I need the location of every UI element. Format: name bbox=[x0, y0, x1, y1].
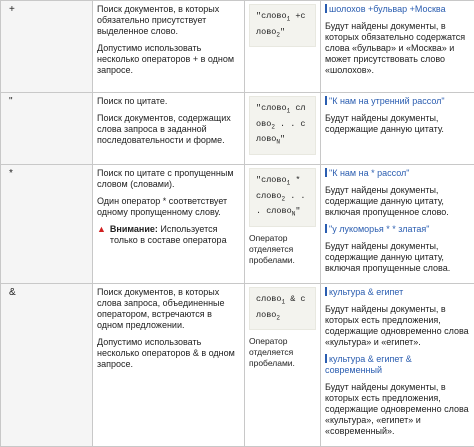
warning-label: Внимание: bbox=[110, 224, 158, 234]
link-marker-icon bbox=[325, 4, 327, 13]
code-line: "слово1 +с bbox=[256, 11, 306, 21]
table-row: " Поиск по цитате. Поиск документов, сод… bbox=[1, 93, 474, 165]
syntax-code-block: слово1 & с лово2 bbox=[249, 287, 316, 330]
example-query-link[interactable]: "у лукоморья * * златая" bbox=[329, 224, 429, 234]
description-text: Один оператор * соответствует одному про… bbox=[97, 196, 240, 218]
code-line: лово2" bbox=[256, 27, 285, 37]
usage-example: "К нам на утренний рассол" Будут найдены… bbox=[321, 93, 474, 165]
operator-symbol: + bbox=[1, 1, 93, 93]
description-text: Поиск документов, в которых слова запрос… bbox=[97, 287, 240, 331]
code-line: "слово1 * bbox=[256, 175, 300, 185]
syntax-example: "слово1 сл ово2 . . с ловоN" bbox=[245, 93, 321, 165]
table-row: + Поиск документов, в которых обязательн… bbox=[1, 1, 474, 93]
syntax-code-block: "слово1 +с лово2" bbox=[249, 4, 316, 47]
operator-symbol: * bbox=[1, 165, 93, 284]
syntax-code-block: "слово1 * слово2 . . . словоN" bbox=[249, 168, 316, 227]
code-line: ловоN" bbox=[256, 134, 285, 144]
syntax-example: "слово1 * слово2 . . . словоN" Оператор от… bbox=[245, 165, 321, 284]
operator-symbol: & bbox=[1, 284, 93, 447]
operator-note: Оператор отделяется пробелами. bbox=[249, 336, 316, 369]
link-marker-icon bbox=[325, 168, 327, 177]
warning-note: ▲ Внимание: Используется только в состав… bbox=[97, 224, 240, 246]
example-query-link[interactable]: культура & египет & современный bbox=[325, 354, 412, 375]
operators-table: + Поиск документов, в которых обязательн… bbox=[0, 0, 474, 447]
link-marker-icon bbox=[325, 287, 327, 296]
link-marker-icon bbox=[325, 96, 327, 105]
description-text: Поиск документов, содержащих слова запро… bbox=[97, 113, 240, 146]
usage-example: культура & египет Будут найдены документ… bbox=[321, 284, 474, 447]
description-text: Допустимо использовать несколько операто… bbox=[97, 337, 240, 370]
syntax-code-block: "слово1 сл ово2 . . с ловоN" bbox=[249, 96, 316, 155]
description-text: Допустимо использовать несколько операто… bbox=[97, 43, 240, 76]
operator-description: Поиск по цитате с пропущенным словом (сл… bbox=[93, 165, 245, 284]
operator-note: Оператор отделяется пробелами. bbox=[249, 233, 316, 266]
table-row: & Поиск документов, в которых слова запр… bbox=[1, 284, 474, 447]
result-text: Будут найдены документы, в которых есть … bbox=[325, 304, 470, 348]
table-row: * Поиск по цитате с пропущенным словом (… bbox=[1, 165, 474, 284]
code-line: слово1 & с bbox=[256, 294, 306, 304]
usage-example: шолохов +бульвар +Москва Будут найдены д… bbox=[321, 1, 474, 93]
code-line: ово2 . . с bbox=[256, 119, 306, 129]
syntax-example: слово1 & с лово2 Оператор отделяется проб… bbox=[245, 284, 321, 447]
code-line: "слово1 сл bbox=[256, 103, 306, 113]
link-marker-icon bbox=[325, 354, 327, 363]
result-text: Будут найдены документы, содержащие данн… bbox=[325, 113, 470, 135]
description-text: Поиск по цитате с пропущенным словом (сл… bbox=[97, 168, 240, 190]
description-text: Поиск по цитате. bbox=[97, 96, 240, 107]
operator-description: Поиск документов, в которых обязательно … bbox=[93, 1, 245, 93]
usage-example: "К нам на * рассол" Будут найдены докуме… bbox=[321, 165, 474, 284]
operator-symbol: " bbox=[1, 93, 93, 165]
code-line: лово2 bbox=[256, 310, 280, 320]
syntax-example: "слово1 +с лово2" bbox=[245, 1, 321, 93]
example-query-link[interactable]: "К нам на * рассол" bbox=[329, 168, 409, 178]
link-marker-icon bbox=[325, 224, 327, 233]
result-text: Будут найдены документы, содержащие данн… bbox=[325, 185, 470, 218]
code-line: слово2 . . bbox=[256, 191, 306, 201]
code-line: . словоN" bbox=[256, 206, 300, 216]
example-query-link[interactable]: культура & египет bbox=[329, 287, 403, 297]
example-query-link[interactable]: шолохов +бульвар +Москва bbox=[329, 4, 446, 14]
operator-description: Поиск по цитате. Поиск документов, содер… bbox=[93, 93, 245, 165]
warning-icon: ▲ bbox=[97, 224, 106, 235]
example-query-link[interactable]: "К нам на утренний рассол" bbox=[329, 96, 445, 106]
operator-description: Поиск документов, в которых слова запрос… bbox=[93, 284, 245, 447]
description-text: Поиск документов, в которых обязательно … bbox=[97, 4, 240, 37]
result-text: Будут найдены документы, в которых обяза… bbox=[325, 21, 470, 76]
result-text: Будут найдены документы, содержащие данн… bbox=[325, 241, 470, 274]
result-text: Будут найдены документы, в которых есть … bbox=[325, 382, 470, 437]
